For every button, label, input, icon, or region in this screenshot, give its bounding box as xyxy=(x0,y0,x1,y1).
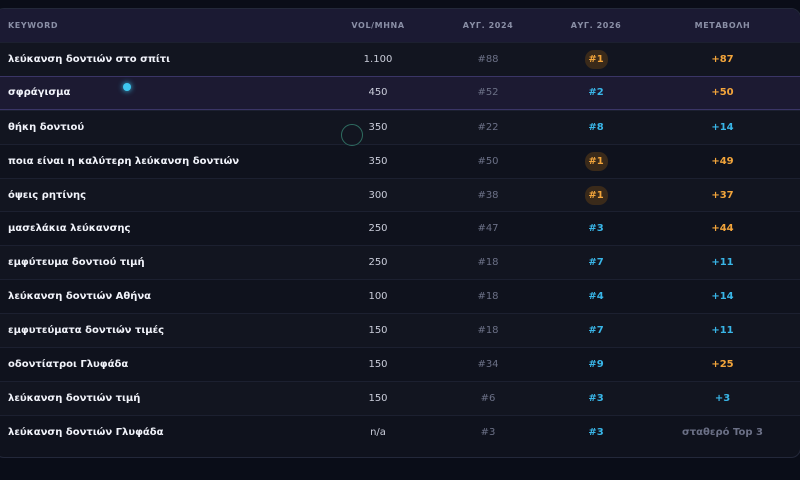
cursor-indicator xyxy=(123,83,131,91)
volume-cell: 150 xyxy=(368,392,388,404)
header-change: ΜΕΤΑΒΟΛΗ xyxy=(694,21,751,30)
rank-2026-cell: #3 xyxy=(588,426,604,438)
table-row[interactable]: οδοντίατροι Γλυφάδα 150 #34 #9 +25 xyxy=(0,347,800,381)
rank-2024-cell: #18 xyxy=(477,291,499,303)
change-cell: +37 xyxy=(711,189,734,201)
rank-2024-cell: #88 xyxy=(477,53,499,65)
change-cell: +87 xyxy=(711,53,734,65)
rank-2024-cell: #18 xyxy=(477,325,499,337)
table-row[interactable]: λεύκανση δοντιών Γλυφάδα n/a #3 #3 σταθερό T… xyxy=(0,414,800,449)
keyword-cell: λεύκανση δοντιών τιμή xyxy=(8,392,141,404)
table-row[interactable]: ποια είναι η καλύτερη λεύκανση δοντιών 35… xyxy=(0,143,800,178)
keyword-ranking-table: KEYWORD VOL/ΜΗΝΑ ΑΥΓ. 2024 ΑΥΓ. 2026 ΜΕΤ… xyxy=(0,8,800,458)
volume-cell: 450 xyxy=(368,87,388,99)
keyword-cell: όψεις ρητίνης xyxy=(8,189,87,201)
change-cell: +25 xyxy=(711,358,734,370)
volume-cell: n/a xyxy=(370,426,386,438)
keyword-cell: εμφύτευμα δοντιού τιμή xyxy=(8,257,145,269)
rank-2026-cell: #8 xyxy=(588,121,604,133)
change-cell: +3 xyxy=(714,392,731,404)
change-cell: +11 xyxy=(711,325,734,337)
volume-cell: 1.100 xyxy=(363,53,393,65)
rank-2024-cell: #3 xyxy=(480,426,496,438)
table-row[interactable]: σφράγισμα 450 #52 #2 +50 xyxy=(0,75,800,110)
change-cell: +11 xyxy=(711,257,734,269)
volume-cell: 300 xyxy=(368,189,388,201)
keyword-cell: λεύκανση δοντιών στο σπίτι xyxy=(8,53,171,65)
table-row[interactable]: λεύκανση δοντιών Αθήνα 100 #18 #4 +14 xyxy=(0,279,800,313)
table-row[interactable]: θήκη δοντιού 350 #22 #8 +14 xyxy=(0,109,800,144)
header-aug-2026: ΑΥΓ. 2026 xyxy=(570,21,622,30)
rank-2024-cell: #50 xyxy=(477,155,499,167)
keyword-cell: σφράγισμα xyxy=(8,87,71,99)
volume-cell: 350 xyxy=(368,155,388,167)
rank-2024-cell: #18 xyxy=(477,257,499,269)
header-keyword: KEYWORD xyxy=(8,21,59,30)
rank-2026-cell: #3 xyxy=(588,223,604,235)
volume-cell: 250 xyxy=(368,257,388,269)
rank-2026-cell: #3 xyxy=(588,392,604,404)
table-row[interactable]: εμφύτευμα δοντιού τιμή 250 #18 #7 +11 xyxy=(0,245,800,280)
volume-cell: 100 xyxy=(368,291,388,303)
table-row[interactable]: λεύκανση δοντιών τιμή 150 #6 #3 +3 xyxy=(0,380,800,415)
rank-2024-cell: #22 xyxy=(477,121,499,133)
table-row[interactable]: όψεις ρητίνης 300 #38 #1 +37 xyxy=(0,177,800,212)
rank-2026-cell: #7 xyxy=(588,325,604,337)
table-body: λεύκανση δοντιών στο σπίτι 1.100 #88 #1 +87 σ… xyxy=(0,42,800,449)
keyword-cell: μασελάκια λεύκανσης xyxy=(8,223,131,235)
volume-cell: 250 xyxy=(368,223,388,235)
volume-cell: 350 xyxy=(368,121,388,133)
keyword-cell: οδοντίατροι Γλυφάδα xyxy=(8,358,129,370)
rank-2026-cell: #1 xyxy=(536,43,656,76)
keyword-cell: λεύκανση δοντιών Αθήνα xyxy=(8,291,152,303)
rank-2026-cell: #1 xyxy=(536,145,656,178)
rank-2026-cell: #1 xyxy=(536,179,656,212)
change-cell: +44 xyxy=(711,223,734,235)
rank-2024-cell: #34 xyxy=(477,358,499,370)
rank-2024-cell: #47 xyxy=(477,223,499,235)
keyword-cell: εμφυτεύματα δοντιών τιμές xyxy=(8,325,165,337)
rank-2024-cell: #38 xyxy=(477,189,499,201)
keyword-cell: λεύκανση δοντιών Γλυφάδα xyxy=(8,426,164,438)
top-rank-badge: #1 xyxy=(584,151,608,171)
page: KEYWORD VOL/ΜΗΝΑ ΑΥΓ. 2024 ΑΥΓ. 2026 ΜΕΤ… xyxy=(0,0,800,480)
keyword-cell: θήκη δοντιού xyxy=(8,121,85,133)
rank-2024-cell: #6 xyxy=(480,392,496,404)
header-aug-2024: ΑΥΓ. 2024 xyxy=(462,21,514,30)
table-row[interactable]: μασελάκια λεύκανσης 250 #47 #3 +44 xyxy=(0,211,800,245)
header-volume: VOL/ΜΗΝΑ xyxy=(351,21,405,30)
rank-2026-cell: #7 xyxy=(588,257,604,269)
rank-2026-cell: #2 xyxy=(588,87,604,99)
focus-ring xyxy=(341,124,363,146)
change-cell: +50 xyxy=(711,87,734,99)
change-cell: +14 xyxy=(711,121,734,133)
table-row[interactable]: λεύκανση δοντιών στο σπίτι 1.100 #88 #1 +87 xyxy=(0,42,800,76)
rank-2026-cell: #9 xyxy=(588,358,604,370)
table-header: KEYWORD VOL/ΜΗΝΑ ΑΥΓ. 2024 ΑΥΓ. 2026 ΜΕΤ… xyxy=(0,9,800,42)
keyword-cell: ποια είναι η καλύτερη λεύκανση δοντιών xyxy=(8,155,240,167)
top-rank-badge: #1 xyxy=(584,49,608,69)
top-rank-badge: #1 xyxy=(584,185,608,205)
rank-2026-cell: #4 xyxy=(588,291,604,303)
change-cell: +49 xyxy=(711,155,734,167)
volume-cell: 150 xyxy=(368,325,388,337)
change-cell: +14 xyxy=(711,291,734,303)
change-cell: σταθερό Top 3 xyxy=(682,426,763,438)
rank-2024-cell: #52 xyxy=(477,87,499,99)
volume-cell: 150 xyxy=(368,358,388,370)
table-row[interactable]: εμφυτεύματα δοντιών τιμές 150 #18 #7 +11 xyxy=(0,313,800,348)
